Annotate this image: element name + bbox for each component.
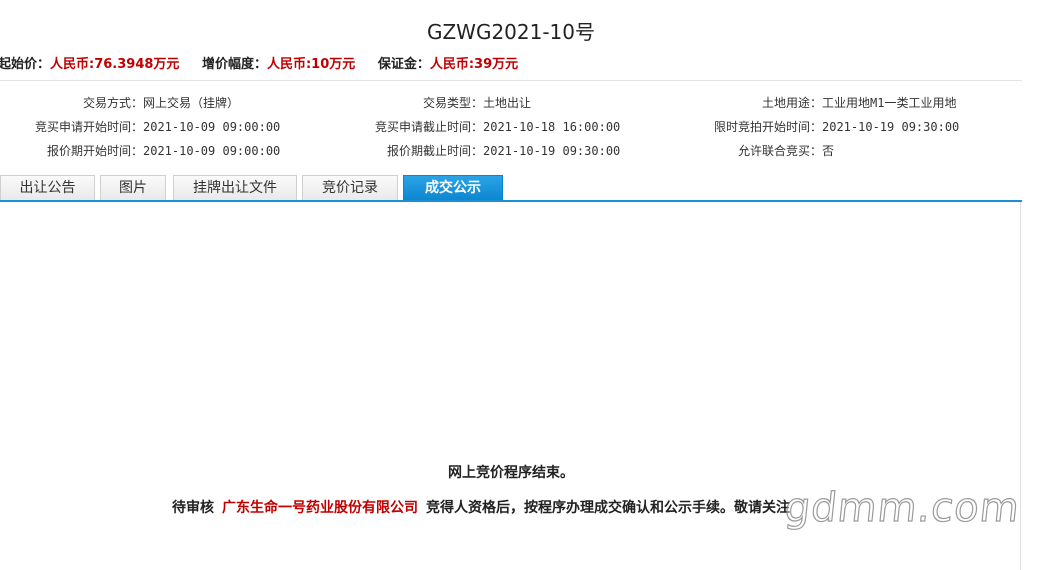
land-use-value: 工业用地M1一类工业用地 — [822, 96, 957, 110]
trade-type: 交易类型：土地出让 — [340, 94, 531, 111]
tab-bar: 出让公告 图片 挂牌出让文件 竞价记录 成交公示 — [0, 175, 1022, 202]
divider — [0, 80, 1022, 81]
info-row: 竞买申请开始时间：2021-10-09 09:00:00 竞买申请截止时间：20… — [0, 118, 1022, 142]
joint-bidding: 允许联合竞买：否 — [680, 142, 834, 159]
land-use-label: 土地用途： — [761, 96, 822, 110]
quote-period-start-value: 2021-10-09 09:00:00 — [143, 144, 281, 158]
application-start-value: 2021-10-09 09:00:00 — [143, 120, 281, 134]
quote-period-end: 报价期截止时间：2021-10-19 09:30:00 — [340, 142, 620, 159]
starting-price-value: 人民币:76.3948万元 — [50, 57, 180, 72]
trade-method-label: 交易方式： — [82, 96, 143, 110]
quote-period-start-label: 报价期开始时间： — [46, 144, 143, 158]
page-title: GZWG2021-10号 — [426, 20, 596, 44]
price-summary: 起始价：人民币:76.3948万元 增价幅度：人民币:10万元 保证金：人民币:… — [0, 53, 536, 72]
quote-period-start: 报价期开始时间：2021-10-09 09:00:00 — [0, 142, 280, 159]
land-use: 土地用途：工业用地M1一类工业用地 — [680, 94, 956, 111]
price-increment-label: 增价幅度： — [201, 57, 267, 72]
deposit-value: 人民币:39万元 — [429, 57, 519, 72]
application-start-label: 竞买申请开始时间： — [34, 120, 143, 134]
joint-bidding-value: 否 — [822, 144, 835, 158]
application-end-value: 2021-10-18 16:00:00 — [483, 120, 621, 134]
application-end: 竞买申请截止时间：2021-10-18 16:00:00 — [340, 118, 620, 135]
price-increment: 增价幅度：人民币:10万元 — [202, 57, 355, 72]
deposit: 保证金：人民币:39万元 — [378, 57, 518, 72]
listing-info-table: 交易方式：网上交易（挂牌） 交易类型：土地出让 土地用途：工业用地M1一类工业用… — [0, 94, 1022, 166]
tab-transfer-notice[interactable]: 出让公告 — [0, 175, 95, 200]
application-end-label: 竞买申请截止时间： — [374, 120, 483, 134]
quote-period-end-value: 2021-10-19 09:30:00 — [483, 144, 621, 158]
auction-ended-message: 网上竞价程序结束。 — [448, 465, 574, 481]
tab-bidding-records[interactable]: 竞价记录 — [302, 175, 398, 200]
timed-auction-start: 限时竞拍开始时间：2021-10-19 09:30:00 — [680, 118, 959, 135]
deposit-label: 保证金： — [377, 57, 430, 72]
starting-price-label: 起始价： — [0, 57, 51, 72]
info-row: 报价期开始时间：2021-10-09 09:00:00 报价期截止时间：2021… — [0, 142, 1022, 166]
quote-period-end-label: 报价期截止时间： — [386, 144, 483, 158]
timed-auction-start-label: 限时竞拍开始时间： — [713, 120, 822, 134]
starting-price: 起始价：人民币:76.3948万元 — [0, 57, 179, 72]
timed-auction-start-value: 2021-10-19 09:30:00 — [822, 120, 960, 134]
price-increment-value: 人民币:10万元 — [266, 57, 356, 72]
tab-deal-announcement[interactable]: 成交公示 — [403, 175, 503, 202]
listing-page: GZWG2021-10号 起始价：人民币:76.3948万元 增价幅度：人民币:… — [0, 0, 1023, 570]
pending-review-message: 待审核 广东生命一号药业股份有限公司 竞得人资格后，按程序办理成交确认和公示手续。敬… — [172, 497, 790, 517]
tab-listing-documents[interactable]: 挂牌出让文件 — [173, 175, 297, 200]
application-start: 竞买申请开始时间：2021-10-09 09:00:00 — [0, 118, 280, 135]
trade-type-label: 交易类型： — [422, 96, 483, 110]
pending-review-suffix: 竞得人资格后，按程序办理成交确认和公示手续。敬请关注 — [426, 500, 790, 516]
winning-bidder-name: 广东生命一号药业股份有限公司 — [222, 500, 418, 516]
pending-review-prefix: 待审核 — [172, 500, 214, 516]
site-watermark: gdmm.com — [782, 484, 1023, 531]
info-row: 交易方式：网上交易（挂牌） 交易类型：土地出让 土地用途：工业用地M1一类工业用… — [0, 94, 1022, 118]
trade-method-value: 网上交易（挂牌） — [143, 96, 240, 110]
joint-bidding-label: 允许联合竞买： — [737, 144, 822, 158]
trade-type-value: 土地出让 — [483, 96, 532, 110]
tab-images[interactable]: 图片 — [100, 175, 166, 200]
trade-method: 交易方式：网上交易（挂牌） — [0, 94, 239, 111]
